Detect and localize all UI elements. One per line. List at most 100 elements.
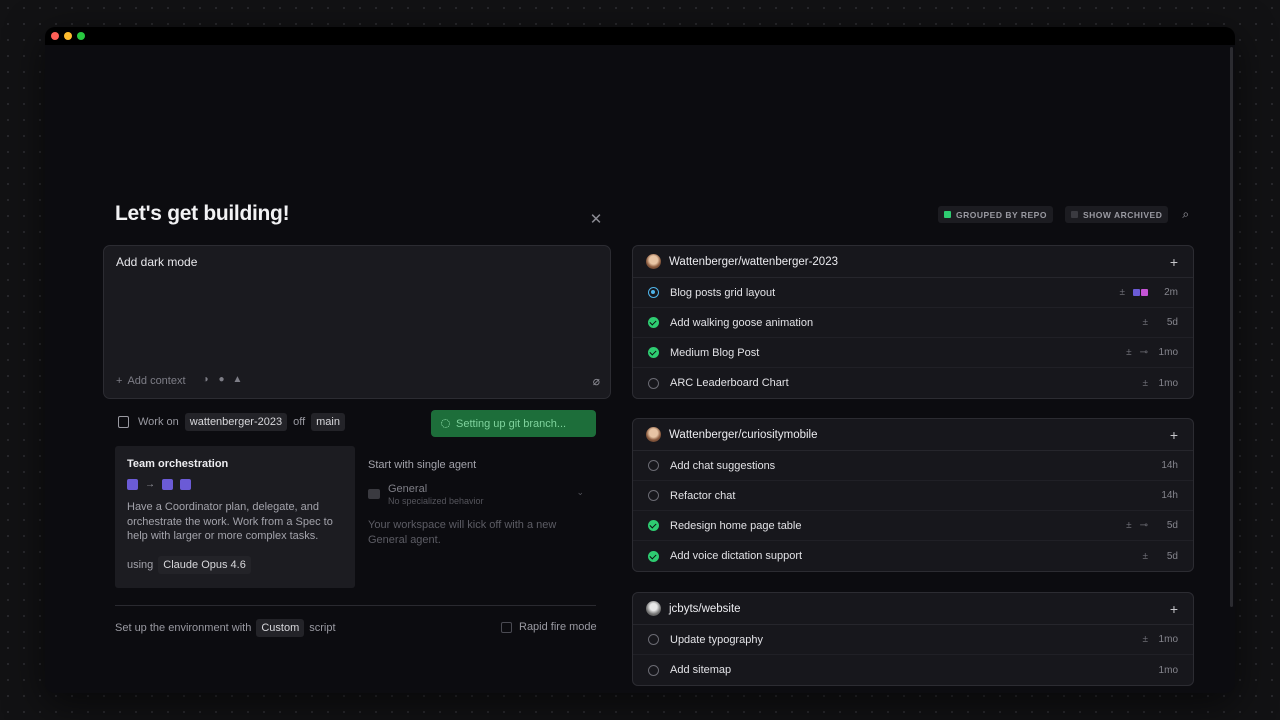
- rapid-fire-toggle[interactable]: Rapid fire mode: [501, 621, 597, 633]
- single-agent-description: Your workspace will kick off with a new …: [368, 519, 557, 546]
- model-selector[interactable]: Claude Opus 4.6: [158, 555, 251, 574]
- repo-selector[interactable]: wattenberger-2023: [184, 413, 288, 431]
- task-row[interactable]: Add sitemap 1mo: [633, 655, 1193, 685]
- scrollbar[interactable]: [1230, 47, 1233, 607]
- task-row[interactable]: Refactor chat 14h: [633, 481, 1193, 511]
- check-circle-icon: [648, 520, 659, 531]
- page-title: Let's get building!: [115, 202, 290, 225]
- task-time: 5d: [1166, 317, 1178, 328]
- task-composer[interactable]: Add dark mode + Add context ◑ ● ▲ ⌀: [103, 245, 611, 399]
- repo-header[interactable]: jcbyts/website +: [633, 593, 1193, 625]
- diff-icon: ±: [1119, 287, 1126, 298]
- task-input[interactable]: Add dark mode: [116, 255, 197, 269]
- task-row[interactable]: Add voice dictation support ± 5d: [633, 541, 1193, 571]
- task-time: 14h: [1161, 460, 1178, 471]
- task-row[interactable]: Medium Blog Post ± ⊸ 1mo: [633, 338, 1193, 368]
- task-title: Update typography: [670, 633, 763, 646]
- task-row[interactable]: Add chat suggestions 14h: [633, 451, 1193, 481]
- divider: [115, 605, 596, 606]
- team-orchestration-card[interactable]: Team orchestration → Have a Coordinator …: [115, 446, 355, 588]
- avatar: [646, 427, 661, 442]
- env-script-selector[interactable]: Custom: [256, 619, 305, 637]
- github-icon[interactable]: ●: [216, 374, 227, 385]
- task-title: Add walking goose animation: [670, 316, 814, 329]
- bot-icon: [368, 489, 380, 499]
- spec-icon: [127, 479, 138, 490]
- setup-git-branch-button[interactable]: Setting up git branch...: [431, 410, 596, 437]
- orchestration-flow: →: [127, 479, 343, 490]
- add-task-button[interactable]: +: [1170, 254, 1178, 270]
- paperclip-icon[interactable]: ⌀: [593, 374, 600, 388]
- app-window: Let's get building! ✕ Add dark mode + Ad…: [45, 27, 1235, 693]
- arrow-right-icon: →: [145, 479, 155, 490]
- branch-selector[interactable]: main: [311, 413, 345, 431]
- check-circle-icon: [648, 317, 659, 328]
- off-label: off: [293, 416, 306, 428]
- task-title: Refactor chat: [670, 489, 736, 502]
- avatar: [646, 254, 661, 269]
- empty-circle-icon: [648, 664, 659, 676]
- repo-name: Wattenberger/wattenberger-2023: [669, 255, 838, 268]
- linear-icon[interactable]: ◑: [200, 374, 211, 385]
- task-row[interactable]: ARC Leaderboard Chart ± 1mo: [633, 368, 1193, 398]
- rapid-fire-checkbox[interactable]: [501, 621, 512, 633]
- work-on-row: Work on wattenberger-2023 off main: [118, 413, 345, 431]
- diff-icon: ±: [1126, 520, 1132, 531]
- in-progress-icon: [648, 287, 659, 298]
- agent-badges: [1133, 289, 1148, 296]
- task-title: Add sitemap: [670, 664, 732, 676]
- minimize-window-button[interactable]: [64, 32, 72, 40]
- agent-select[interactable]: General No specialized behavior ⌄: [368, 479, 584, 509]
- triangle-icon[interactable]: ▲: [232, 374, 243, 385]
- repo-header[interactable]: Wattenberger/curiositymobile +: [633, 419, 1193, 451]
- close-icon[interactable]: ✕: [588, 212, 604, 228]
- add-task-button[interactable]: +: [1170, 427, 1178, 443]
- diff-icon: ±: [1126, 347, 1132, 358]
- task-time: 1mo: [1158, 664, 1178, 676]
- agent-badge-icon: [1141, 289, 1148, 296]
- coordinator-icon: [162, 479, 173, 490]
- grouped-by-repo-toggle[interactable]: GROUPED BY REPO: [938, 206, 1053, 223]
- repo-card: Wattenberger/curiositymobile + Add chat …: [632, 418, 1194, 572]
- task-time: 14h: [1161, 490, 1178, 501]
- plus-icon: +: [116, 375, 123, 387]
- repo-header[interactable]: Wattenberger/wattenberger-2023 +: [633, 246, 1193, 278]
- task-title: Blog posts grid layout: [670, 286, 776, 299]
- model-row: using Claude Opus 4.6: [127, 555, 343, 574]
- team-title: Team orchestration: [127, 458, 229, 470]
- avatar: [646, 601, 661, 616]
- task-row[interactable]: Update typography ± 1mo: [633, 625, 1193, 655]
- using-label: using: [127, 558, 154, 571]
- add-task-button[interactable]: +: [1170, 601, 1178, 617]
- add-context-button[interactable]: + Add context: [116, 375, 186, 387]
- team-description: Have a Coordinator plan, delegate, and o…: [127, 501, 333, 542]
- toggle-on-indicator: [944, 211, 951, 218]
- repo-icon: [118, 416, 129, 428]
- close-window-button[interactable]: [51, 32, 59, 40]
- repo-name: jcbyts/website: [669, 602, 741, 615]
- task-row[interactable]: Blog posts grid layout ± 2m: [633, 278, 1193, 308]
- grouped-label: GROUPED BY REPO: [956, 209, 1047, 220]
- task-row[interactable]: Redesign home page table ± ⊸ 5d: [633, 511, 1193, 541]
- show-archived-toggle[interactable]: SHOW ARCHIVED: [1064, 206, 1169, 223]
- empty-circle-icon: [648, 460, 659, 471]
- git-status-label: Setting up git branch...: [456, 417, 567, 430]
- task-time: 1mo: [1158, 377, 1178, 389]
- env-prefix: Set up the environment with: [115, 622, 252, 634]
- empty-circle-icon: [648, 490, 659, 501]
- task-time: 1mo: [1158, 347, 1178, 358]
- maximize-window-button[interactable]: [77, 32, 85, 40]
- add-context-label: Add context: [127, 375, 186, 387]
- search-icon[interactable]: ⌕: [1182, 207, 1189, 222]
- task-title: Add voice dictation support: [670, 550, 803, 562]
- task-row[interactable]: Add walking goose animation ± 5d: [633, 308, 1193, 338]
- empty-circle-icon: [648, 634, 659, 645]
- agent-icon: [180, 479, 191, 490]
- check-circle-icon: [648, 347, 659, 358]
- filter-bar: GROUPED BY REPO SHOW ARCHIVED ⌕: [938, 206, 1189, 223]
- task-title: ARC Leaderboard Chart: [670, 377, 789, 389]
- diff-icon: ±: [1142, 377, 1149, 389]
- diff-icon: ±: [1142, 634, 1149, 645]
- commit-icon: ⊸: [1139, 347, 1148, 358]
- title-bar: [45, 27, 1235, 45]
